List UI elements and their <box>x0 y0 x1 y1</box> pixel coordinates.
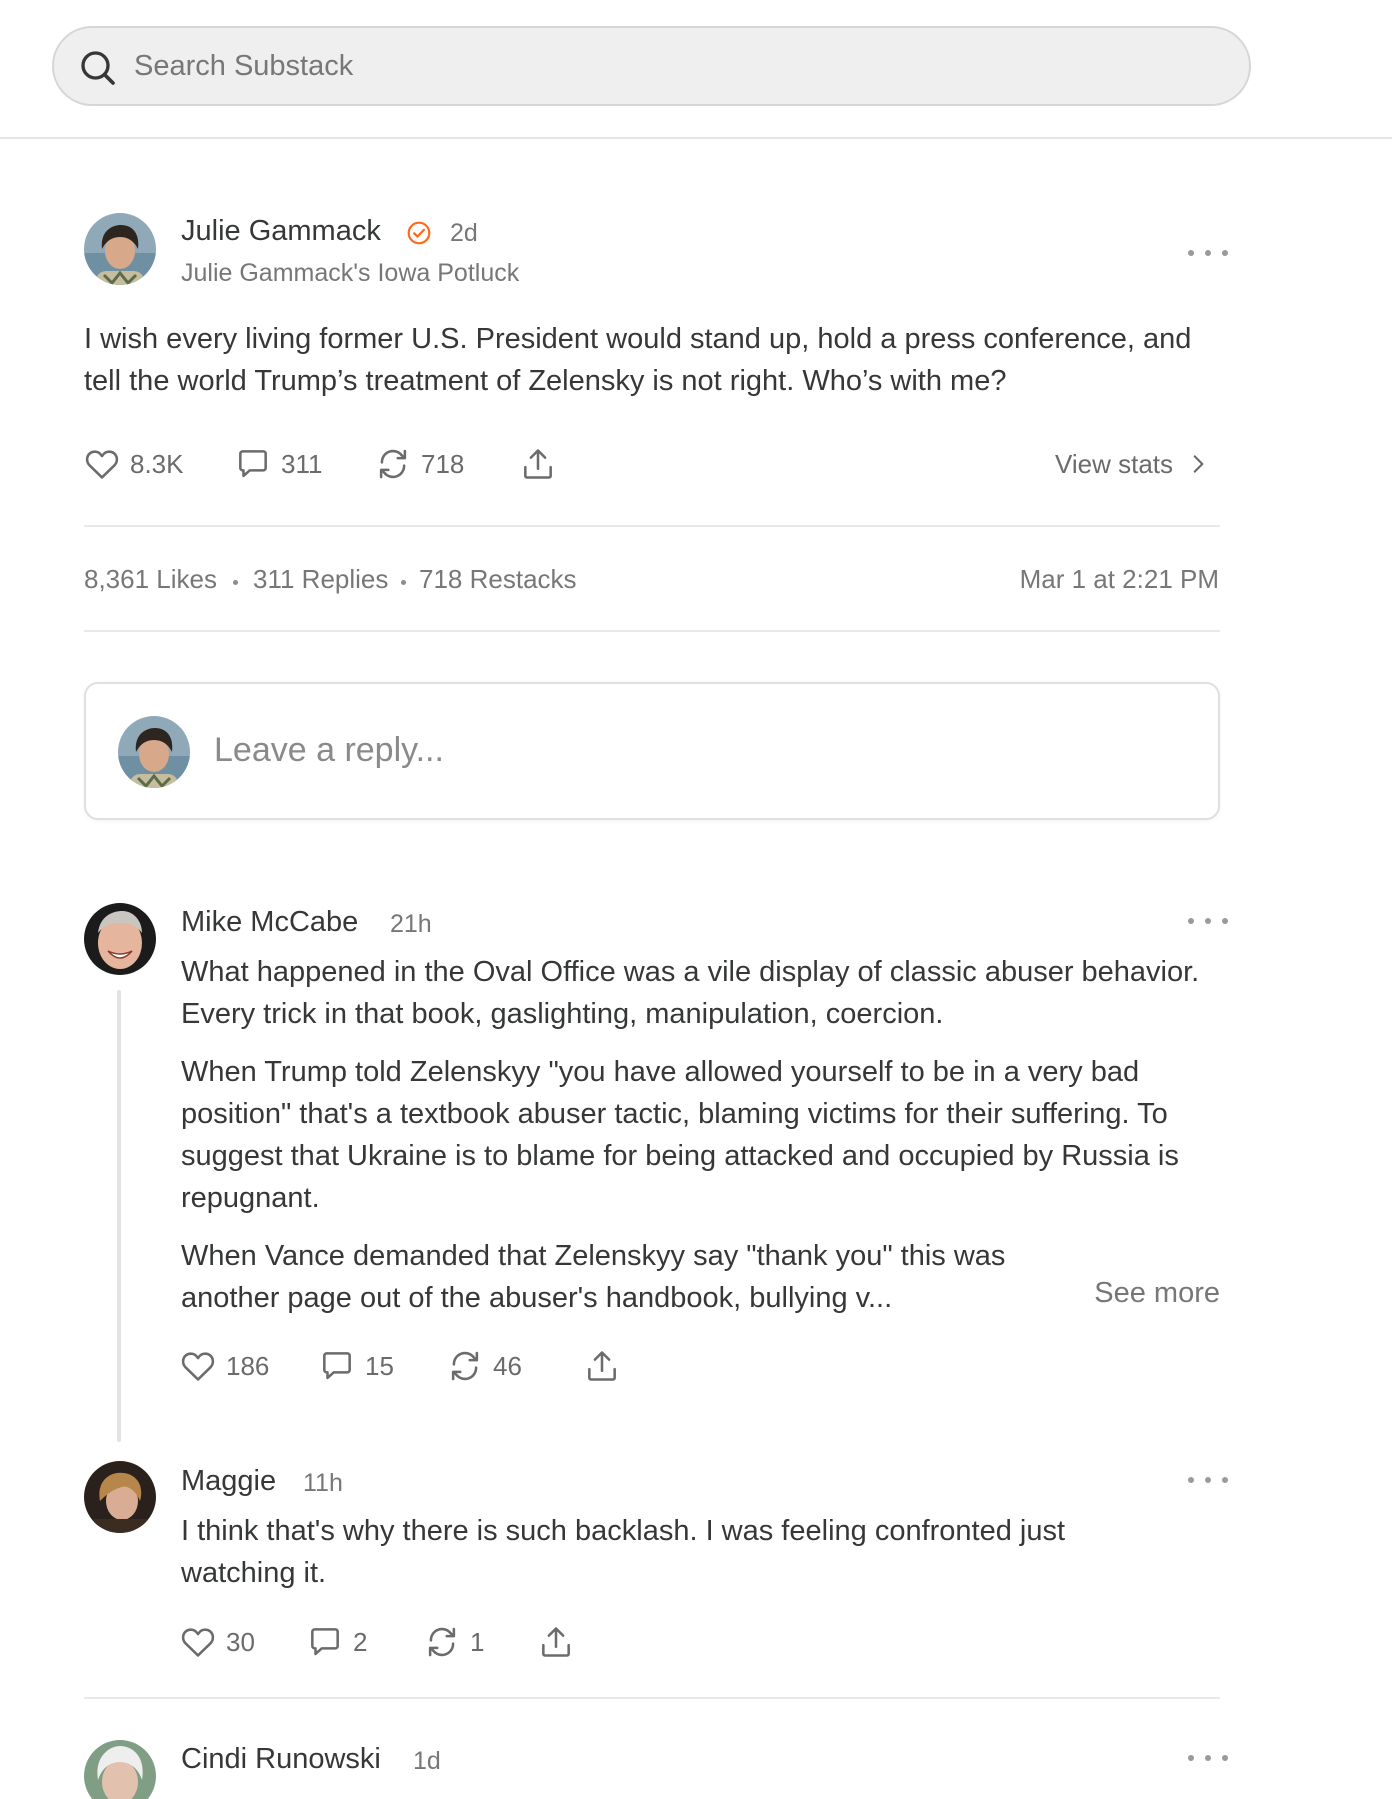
comment-icon <box>318 1347 356 1385</box>
comment-reply-count: 15 <box>365 1350 394 1381</box>
comment-timestamp: 21h <box>390 910 432 938</box>
comment-reply-count: 2 <box>353 1626 368 1657</box>
post-share-button[interactable] <box>519 443 557 485</box>
share-icon <box>583 1347 621 1385</box>
comment-share-button[interactable] <box>537 1621 575 1663</box>
comment-avatar[interactable] <box>84 1461 156 1533</box>
stats-replies-link[interactable]: 311 Replies <box>253 564 388 595</box>
divider <box>84 1697 1220 1699</box>
post-body: I wish every living former U.S. Presiden… <box>84 323 1192 397</box>
see-more-link[interactable]: See more <box>1094 1277 1220 1310</box>
post-more-options-icon[interactable] <box>1188 243 1228 263</box>
comment-restack-count: 46 <box>493 1350 522 1381</box>
comment-icon <box>234 445 272 483</box>
chevron-right-icon <box>1193 455 1204 473</box>
comment-like-button[interactable]: 186 <box>179 1345 269 1387</box>
post-author-name[interactable]: Julie Gammack <box>181 215 381 248</box>
comment-like-count: 186 <box>226 1350 270 1381</box>
post-restack-button[interactable]: 718 <box>374 443 464 485</box>
comment-paragraph: When Trump told Zelenskyy "you have allo… <box>181 1056 1179 1214</box>
share-icon <box>537 1623 575 1661</box>
comment-more-options-icon[interactable] <box>1188 911 1228 931</box>
post-date: Mar 1 at 2:21 PM <box>1019 564 1219 594</box>
top-bar <box>0 0 1392 139</box>
heart-icon <box>179 1347 217 1385</box>
post-comment-count: 311 <box>281 448 323 479</box>
heart-icon <box>83 445 121 483</box>
comment-more-options-icon[interactable] <box>1188 1748 1228 1768</box>
heart-icon <box>179 1623 217 1661</box>
restack-icon <box>374 445 412 483</box>
comment-body: I think that's why there is such backlas… <box>181 1510 1141 1610</box>
comment-restack-button[interactable]: 1 <box>423 1621 484 1663</box>
reply-input[interactable] <box>214 720 1174 780</box>
search-bar[interactable] <box>52 26 1251 106</box>
post-like-count: 8.3K <box>130 448 184 479</box>
comment-timestamp: 1d <box>413 1747 441 1775</box>
comment-timestamp: 11h <box>303 1469 343 1497</box>
post-author-avatar[interactable] <box>84 213 156 285</box>
restack-icon <box>446 1347 484 1385</box>
separator-dot <box>401 580 406 585</box>
post-like-button[interactable]: 8.3K <box>83 443 184 485</box>
comment-restack-button[interactable]: 46 <box>446 1345 522 1387</box>
comment-restack-count: 1 <box>470 1626 485 1657</box>
comment-like-button[interactable]: 30 <box>179 1621 255 1663</box>
search-icon <box>81 51 115 85</box>
comment-icon <box>306 1623 344 1661</box>
comment-avatar[interactable] <box>84 1740 156 1799</box>
comment-avatar[interactable] <box>84 903 156 975</box>
post-timestamp: 2d <box>450 219 478 247</box>
comment-reply-button[interactable]: 2 <box>306 1621 367 1663</box>
stats-restacks-link[interactable]: 718 Restacks <box>419 564 577 595</box>
comment-author-name[interactable]: Cindi Runowski <box>181 1743 381 1776</box>
reply-box[interactable] <box>84 682 1220 820</box>
comment-body: What happened in the Oval Office was a v… <box>181 951 1226 1335</box>
comment-paragraph: I think that's why there is such backlas… <box>181 1515 1066 1589</box>
separator-dot <box>233 580 238 585</box>
comment-author-name[interactable]: Mike McCabe <box>181 906 358 939</box>
current-user-avatar <box>118 716 190 788</box>
verified-badge-icon <box>407 221 431 245</box>
comment-more-options-icon[interactable] <box>1188 1470 1228 1490</box>
comment-reply-button[interactable]: 15 <box>318 1345 394 1387</box>
comment-paragraph: What happened in the Oval Office was a v… <box>181 956 1200 1030</box>
post-publication[interactable]: Julie Gammack's Iowa Potluck <box>181 259 519 288</box>
comment-paragraph: When Vance demanded that Zelenskyy say "… <box>181 1240 1006 1314</box>
search-input[interactable] <box>134 38 1214 94</box>
thread-line <box>117 990 121 1442</box>
view-stats-label: View stats <box>1055 448 1174 479</box>
comment-like-count: 30 <box>226 1626 255 1657</box>
view-stats-button[interactable]: View stats <box>1055 443 1211 485</box>
post-comment-button[interactable]: 311 <box>234 443 322 485</box>
post-restack-count: 718 <box>421 448 465 479</box>
stats-likes-link[interactable]: 8,361 Likes <box>84 564 217 595</box>
comment-share-button[interactable] <box>583 1345 621 1387</box>
divider <box>84 525 1220 527</box>
comment-author-name[interactable]: Maggie <box>181 1465 276 1498</box>
restack-icon <box>423 1623 461 1661</box>
share-icon <box>519 445 557 483</box>
divider <box>84 630 1220 632</box>
